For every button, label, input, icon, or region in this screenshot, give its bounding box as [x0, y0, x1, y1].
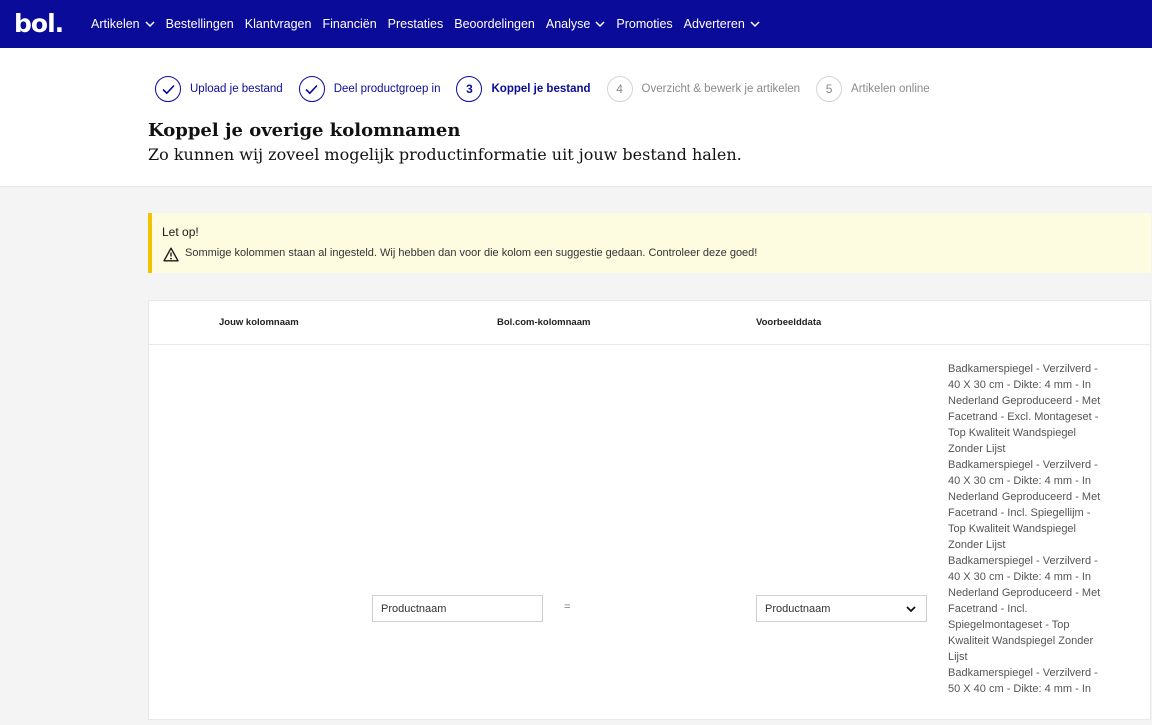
example-data-line: Nederland Geproduceerd - Met [948, 587, 1101, 599]
table-row: = Productnaam Badkamerspiegel - Verzilve… [149, 345, 1150, 725]
header-panel: Upload je bestand Deel productgroep in 3… [0, 48, 1152, 187]
step-productgroep: Deel productgroep in [298, 76, 441, 102]
bol-column-select[interactable]: Productnaam [756, 595, 927, 622]
example-data-line: Nederland Geproduceerd - Met [948, 491, 1101, 503]
step-label: Upload je bestand [190, 83, 283, 95]
step-label: Deel productgroep in [333, 83, 441, 95]
header-bol-column: Bol.com-kolomnaam [497, 317, 591, 328]
checkmark-icon [305, 84, 318, 94]
header-example-data: Voorbeelddata [756, 317, 822, 328]
step-number: 5 [816, 76, 843, 102]
progress-stepper: Upload je bestand Deel productgroep in 3… [155, 75, 946, 103]
bol-logo[interactable]: bol. [14, 9, 64, 38]
column-mapping-table: Jouw kolomnaam Bol.com-kolomnaam Voorbee… [148, 300, 1151, 720]
warning-triangle-icon [163, 247, 179, 262]
example-data-line: Badkamerspiegel - Verzilverd - [948, 363, 1098, 375]
example-data-line: Facetrand - Incl. Spiegellijm - [948, 507, 1091, 519]
step-number: 3 [456, 76, 483, 102]
warning-alert: Let op! Sommige kolommen staan al ingest… [148, 213, 1151, 273]
step-done-circle [155, 76, 181, 102]
example-data-line: Nederland Geproduceerd - Met [948, 395, 1101, 407]
alert-message: Sommige kolommen staan al ingesteld. Wij… [185, 247, 758, 259]
example-data-line: Facetrand - Incl. [948, 603, 1028, 615]
step-number: 4 [606, 76, 633, 102]
example-data-line: Top Kwaliteit Wandspiegel [948, 523, 1076, 535]
chevron-down-icon [145, 21, 155, 28]
example-data-line: Kwaliteit Wandspiegel Zonder [948, 635, 1094, 647]
nav-item-promoties[interactable]: Promoties [616, 17, 672, 31]
example-data-line: 40 X 30 cm - Dikte: 4 mm - In [948, 379, 1092, 391]
example-data-line: Badkamerspiegel - Verzilverd - [948, 667, 1098, 679]
example-data-line: Lijst [948, 651, 968, 663]
nav-item-prestaties[interactable]: Prestaties [388, 17, 444, 31]
example-data-line: 40 X 30 cm - Dikte: 4 mm - In [948, 475, 1092, 487]
alert-title: Let op! [162, 225, 199, 239]
example-data-line: Zonder Lijst [948, 443, 1006, 455]
example-data-line: Zonder Lijst [948, 539, 1006, 551]
step-label: Artikelen online [851, 83, 930, 95]
nav-item-bestellingen[interactable]: Bestellingen [166, 17, 234, 31]
step-koppel: 3 Koppel je bestand [456, 76, 591, 102]
example-data-line: Badkamerspiegel - Verzilverd - [948, 555, 1098, 567]
table-header: Jouw kolomnaam Bol.com-kolomnaam Voorbee… [149, 301, 1150, 345]
top-navigation-bar: bol. Artikelen Bestellingen Klantvragen … [0, 0, 1152, 48]
checkmark-icon [161, 84, 175, 94]
nav-item-artikelen[interactable]: Artikelen [91, 17, 155, 31]
nav-item-klantvragen[interactable]: Klantvragen [245, 17, 312, 31]
step-done-circle [298, 76, 325, 102]
page-subtitle: Zo kunnen wij zoveel mogelijk productinf… [148, 145, 742, 164]
example-data-line: Spiegelmontageset - Top [948, 619, 1070, 631]
example-data-line: Top Kwaliteit Wandspiegel [948, 427, 1076, 439]
example-data-line: 50 X 40 cm - Dikte: 4 mm - In [948, 683, 1092, 695]
page-title: Koppel je overige kolomnamen [148, 120, 461, 141]
selected-value: Productnaam [765, 602, 831, 615]
chevron-down-icon [906, 606, 916, 613]
nav-item-beoordelingen[interactable]: Beoordelingen [454, 17, 535, 31]
example-data-line: Badkamerspiegel - Verzilverd - [948, 459, 1098, 471]
example-data-line: Facetrand - Excl. Montageset - [948, 411, 1099, 423]
nav-menu: Artikelen Bestellingen Klantvragen Finan… [91, 0, 771, 48]
chevron-down-icon [750, 21, 760, 28]
step-label: Overzicht & bewerk je artikelen [641, 83, 801, 95]
header-your-column: Jouw kolomnaam [219, 317, 299, 328]
equals-sign: = [564, 601, 571, 613]
your-column-input[interactable] [372, 595, 543, 622]
example-data-cell: Badkamerspiegel - Verzilverd - 40 X 30 cm… [948, 361, 1108, 697]
nav-item-adverteren[interactable]: Adverteren [684, 17, 760, 31]
step-label: Koppel je bestand [491, 83, 591, 95]
nav-item-analyse[interactable]: Analyse [546, 17, 605, 31]
chevron-down-icon [595, 21, 605, 28]
example-data-line: 40 X 30 cm - Dikte: 4 mm - In [948, 571, 1092, 583]
step-upload: Upload je bestand [155, 76, 283, 102]
nav-item-financien[interactable]: Financiën [322, 17, 376, 31]
step-online: 5 Artikelen online [816, 76, 930, 102]
step-overzicht: 4 Overzicht & bewerk je artikelen [606, 76, 801, 102]
